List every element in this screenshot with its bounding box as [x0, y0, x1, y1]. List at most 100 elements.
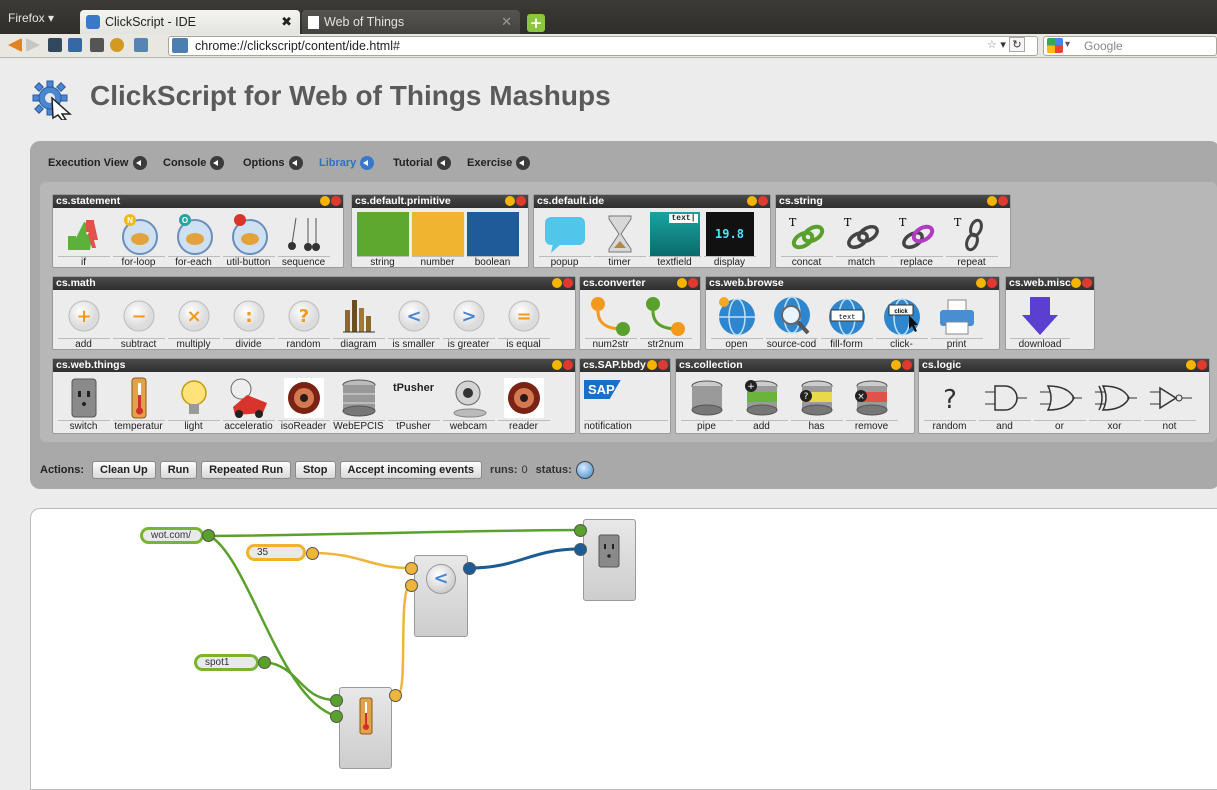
block-if[interactable]: if: [57, 210, 110, 268]
temperature-node[interactable]: [339, 687, 392, 769]
block-sequence[interactable]: sequence: [277, 210, 330, 268]
menu-exercise[interactable]: Exercise: [467, 156, 531, 170]
block-or[interactable]: or: [1033, 374, 1086, 432]
block-switch[interactable]: switch: [57, 374, 110, 432]
block-is-greater[interactable]: > is greater: [442, 292, 495, 350]
close-icon[interactable]: [1197, 360, 1207, 370]
close-icon[interactable]: [998, 196, 1008, 206]
bookmark-star-icon[interactable]: ☆: [987, 38, 997, 51]
minimize-icon[interactable]: [320, 196, 330, 206]
menu-options[interactable]: Options: [243, 156, 303, 170]
minimize-icon[interactable]: [987, 196, 997, 206]
close-icon[interactable]: [1082, 278, 1092, 288]
block-pipe[interactable]: pipe: [680, 374, 733, 432]
firefox-menu-button[interactable]: Firefox ▾: [8, 11, 54, 25]
block-not[interactable]: not: [1143, 374, 1196, 432]
minimize-icon[interactable]: [976, 278, 986, 288]
block-remove[interactable]: × remove: [845, 374, 898, 432]
tab-clickscript-ide[interactable]: ClickScript - IDE ✖: [80, 10, 300, 34]
block-number[interactable]: number: [411, 210, 464, 268]
minimize-icon[interactable]: [891, 360, 901, 370]
block-webcam[interactable]: webcam: [442, 374, 495, 432]
block-notification[interactable]: SAP notification: [584, 374, 668, 432]
block-timer[interactable]: timer: [593, 210, 646, 268]
block-subtract[interactable]: − subtract: [112, 292, 165, 350]
reload-icon[interactable]: ↻: [1009, 37, 1025, 52]
output-port[interactable]: [389, 689, 402, 702]
close-tab-icon[interactable]: ✖: [281, 14, 292, 30]
close-icon[interactable]: [987, 278, 997, 288]
stop-button[interactable]: Stop: [295, 461, 336, 479]
output-port[interactable]: [202, 529, 215, 542]
home-icon[interactable]: [90, 38, 104, 52]
close-icon[interactable]: [658, 360, 668, 370]
accept-incoming-events-button[interactable]: Accept incoming events: [339, 461, 483, 479]
block-replace[interactable]: Treplace: [890, 210, 943, 268]
output-port[interactable]: [258, 656, 271, 669]
url-input[interactable]: chrome://clickscript/content/ide.html#: [168, 36, 1038, 56]
search-engine-dropdown-icon[interactable]: ▾: [1065, 39, 1070, 50]
block-source-code[interactable]: source-cod: [765, 292, 818, 350]
minimize-icon[interactable]: [647, 360, 657, 370]
number-input-threshold[interactable]: 35: [246, 544, 306, 561]
switch-node[interactable]: [583, 519, 636, 601]
block-acceleration[interactable]: acceleratio: [222, 374, 275, 432]
block-is-smaller[interactable]: < is smaller: [387, 292, 440, 350]
block-util-button[interactable]: util-button: [222, 210, 275, 268]
block-xor[interactable]: xor: [1088, 374, 1141, 432]
block-divide[interactable]: : divide: [222, 292, 275, 350]
addon-icon[interactable]: [134, 38, 148, 52]
input-port[interactable]: [330, 694, 343, 707]
minimize-icon[interactable]: [505, 196, 515, 206]
block-print[interactable]: print: [930, 292, 983, 350]
repeated-run-button[interactable]: Repeated Run: [201, 461, 292, 479]
input-port[interactable]: [574, 543, 587, 556]
search-engine-icon[interactable]: [1047, 38, 1063, 53]
close-tab-icon[interactable]: ✕: [501, 14, 512, 30]
close-icon[interactable]: [902, 360, 912, 370]
block-random[interactable]: ? random: [277, 292, 330, 350]
close-icon[interactable]: [688, 278, 698, 288]
output-port[interactable]: [306, 547, 319, 560]
minimize-icon[interactable]: [1071, 278, 1081, 288]
window-icon[interactable]: [68, 38, 82, 52]
block-fill-form[interactable]: text fill-form: [820, 292, 873, 350]
block-for-each[interactable]: Ofor-each: [167, 210, 220, 268]
block-random[interactable]: ? random: [923, 374, 976, 432]
block-tpusher[interactable]: tPusher tPusher: [387, 374, 440, 432]
block-concat[interactable]: Tconcat: [780, 210, 833, 268]
block-and[interactable]: and: [978, 374, 1031, 432]
menu-tutorial[interactable]: Tutorial: [393, 156, 451, 170]
block-popup[interactable]: popup: [538, 210, 591, 268]
block-num2str[interactable]: num2str: [584, 292, 637, 350]
close-icon[interactable]: [331, 196, 341, 206]
run-button[interactable]: Run: [159, 461, 198, 479]
minimize-icon[interactable]: [677, 278, 687, 288]
block-textfield[interactable]: text| textfield: [648, 210, 701, 268]
block-repeat[interactable]: Trepeat: [945, 210, 998, 268]
block-boolean[interactable]: boolean: [466, 210, 519, 268]
block-reader[interactable]: reader: [497, 374, 550, 432]
tab-web-of-things[interactable]: Web of Things ✕: [302, 10, 520, 34]
close-icon[interactable]: [563, 360, 573, 370]
block-diagram[interactable]: diagram: [332, 292, 385, 350]
block-click[interactable]: click click-: [875, 292, 928, 350]
bookmarks-icon[interactable]: [110, 38, 124, 52]
block-temperature[interactable]: temperatur: [112, 374, 165, 432]
block-string[interactable]: string: [356, 210, 409, 268]
string-input-spot[interactable]: spot1: [194, 654, 259, 671]
block-display[interactable]: 19.8 display: [703, 210, 756, 268]
output-port[interactable]: [463, 562, 476, 575]
input-port[interactable]: [330, 710, 343, 723]
block-light[interactable]: light: [167, 374, 220, 432]
is-smaller-node[interactable]: <: [414, 555, 468, 637]
block-multiply[interactable]: × multiply: [167, 292, 220, 350]
block-open[interactable]: open: [710, 292, 763, 350]
new-tab-button[interactable]: +: [527, 14, 545, 32]
close-icon[interactable]: [563, 278, 573, 288]
block-has[interactable]: ? has: [790, 374, 843, 432]
dropdown-icon[interactable]: ▾: [1000, 38, 1006, 51]
minimize-icon[interactable]: [1186, 360, 1196, 370]
block-add[interactable]: + add: [735, 374, 788, 432]
clean-up-button[interactable]: Clean Up: [92, 461, 156, 479]
